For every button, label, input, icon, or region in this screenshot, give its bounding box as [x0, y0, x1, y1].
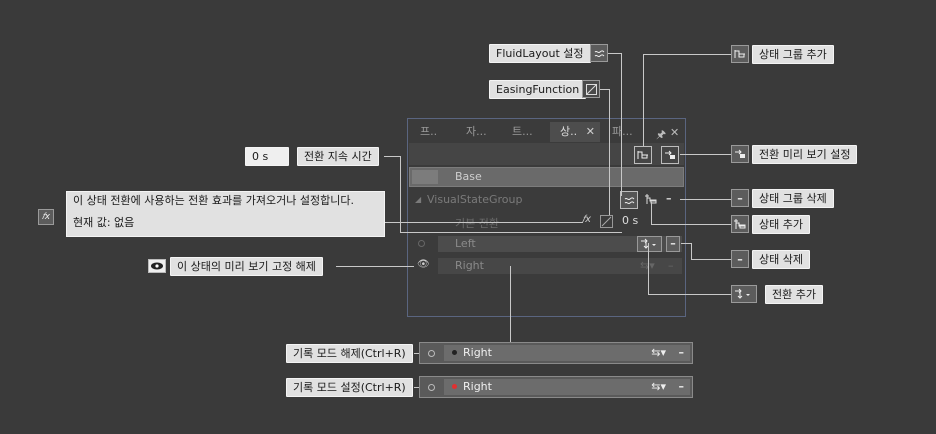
state-right-label: Right [455, 259, 484, 272]
add-transition-icon [641, 238, 656, 249]
add-transition-button-left[interactable] [637, 236, 662, 252]
state-row-left[interactable]: Left – [438, 236, 682, 252]
tooltip-description: 이 상태 전환에 사용하는 전환 효과를 가져오거나 설정합니다. [73, 194, 354, 207]
record-off-add-transition-icon[interactable]: ⇆▾ [651, 345, 666, 361]
add-state-group-callout: 상태 그룹 추가 [752, 45, 834, 64]
default-transition-label: 기본 전환 [455, 217, 499, 230]
unpin-preview-callout: 이 상태의 미리 보기 고정 해제 [170, 257, 323, 276]
tab-states[interactable]: 상.. ✕ [550, 122, 600, 142]
fluid-layout-toggle[interactable] [620, 191, 638, 209]
transition-duration-callout: 전환 지속 시간 [297, 147, 379, 166]
record-off-state-label: Right [463, 346, 492, 359]
add-state-group-callout-icon [731, 45, 749, 63]
record-on-dot [452, 383, 457, 389]
tab-states-label: 상.. [560, 125, 578, 138]
duration-input[interactable]: 0 s [245, 147, 289, 166]
record-off-state[interactable]: Right ⇆▾ – [444, 345, 690, 361]
delete-state-group-callout: 상태 그룹 삭제 [752, 189, 834, 208]
eye-icon-row[interactable]: 👁 [417, 259, 430, 270]
state-row-right[interactable]: Right ⇆▾ – [438, 258, 682, 274]
record-on-row[interactable]: Right ⇆▾ – [419, 376, 693, 398]
delete-state-callout-icon: – [731, 250, 749, 268]
record-on-add-transition-icon[interactable]: ⇆▾ [651, 379, 666, 395]
record-on-callout: 기록 모드 설정(Ctrl+R) [286, 378, 413, 397]
add-state-group-button[interactable] [634, 146, 652, 164]
add-state-group-icon [637, 151, 648, 159]
delete-state-button-left[interactable]: – [666, 236, 680, 252]
states-panel: 프.. 자... 트... 상.. ✕ 파... 🖈 ✕ Base ◢ Visua… [407, 118, 686, 317]
record-off-delete-icon[interactable]: – [679, 345, 685, 361]
group-expand-icon[interactable]: ◢ [415, 195, 421, 204]
easing-function-button[interactable] [600, 215, 613, 228]
tab-close-icon[interactable]: ✕ [586, 122, 595, 142]
delete-state-group-button[interactable]: – [666, 192, 672, 205]
add-state-callout-icon [731, 215, 749, 233]
add-state-callout: 상태 추가 [752, 215, 810, 234]
add-transition-callout: 전환 추가 [765, 285, 823, 304]
panel-close-icon[interactable]: ✕ [670, 126, 679, 139]
record-off-callout: 기록 모드 해제(Ctrl+R) [286, 344, 413, 363]
fluid-layout-icon [624, 196, 634, 204]
transition-preview-callout-icon [731, 145, 749, 163]
fx-icon-small[interactable]: 𝑓x [582, 214, 591, 225]
default-transition-duration[interactable]: 0 s [622, 214, 638, 227]
record-on-state[interactable]: Right ⇆▾ – [444, 379, 690, 395]
easing-icon [601, 216, 612, 227]
record-on-indicator[interactable] [428, 384, 435, 391]
delete-state-callout: 상태 삭제 [752, 250, 810, 269]
record-on-delete-icon[interactable]: – [679, 379, 685, 395]
base-state-label: Base [455, 170, 482, 183]
base-state-swatch [412, 170, 438, 184]
fluid-layout-callout: FluidLayout 설정 [489, 44, 591, 63]
tooltip-current-value: 현재 값: 없음 [73, 216, 135, 229]
left-state-record-indicator[interactable] [418, 240, 425, 247]
easing-callout-icon [582, 80, 600, 98]
tab-triggers[interactable]: 트... [502, 122, 548, 142]
transition-preview-callout: 전환 미리 보기 설정 [752, 145, 858, 164]
base-state-row[interactable]: Base [409, 167, 684, 187]
tab-assets[interactable]: 자... [456, 122, 500, 142]
transition-preview-button[interactable] [661, 146, 679, 164]
record-on-state-label: Right [463, 380, 492, 393]
record-off-row[interactable]: Right ⇆▾ – [419, 342, 693, 364]
delete-state-group-callout-icon: – [731, 189, 749, 207]
tab-projects[interactable]: 프.. [410, 122, 448, 142]
record-off-indicator[interactable] [428, 350, 435, 357]
state-left-label: Left [455, 237, 476, 250]
delete-state-icon-right[interactable]: – [668, 258, 674, 274]
transition-preview-icon [665, 150, 675, 159]
tab-parts[interactable]: 파... [602, 122, 642, 142]
add-transition-callout-icon [731, 285, 757, 303]
transition-effect-tooltip: 이 상태 전환에 사용하는 전환 효과를 가져오거나 설정합니다. 현재 값: … [66, 191, 385, 237]
eye-callout-icon [148, 259, 166, 273]
fx-callout-icon: 𝑓x [38, 209, 54, 225]
record-off-dot [452, 349, 457, 355]
easing-function-callout: EasingFunction [489, 80, 587, 99]
state-group-name: VisualStateGroup [427, 193, 523, 206]
fluid-layout-callout-icon [590, 44, 608, 62]
